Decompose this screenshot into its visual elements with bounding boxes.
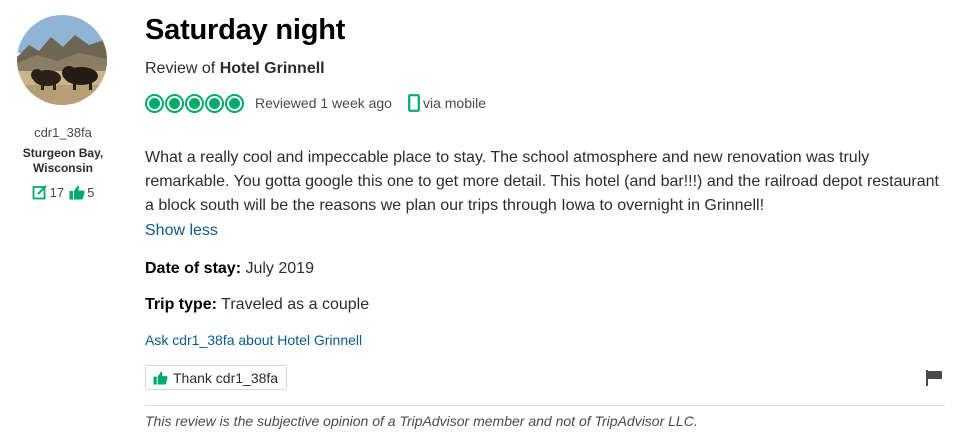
reviewed-date: Reviewed 1 week ago xyxy=(255,95,392,111)
show-less-link[interactable]: Show less xyxy=(145,222,218,240)
review-edit-icon xyxy=(32,184,48,200)
date-of-stay-label: Date of stay: xyxy=(145,260,242,277)
bubble-rating xyxy=(145,93,244,113)
review-title[interactable]: Saturday night xyxy=(145,14,345,47)
trip-type-label: Trip type: xyxy=(145,296,218,313)
avatar[interactable] xyxy=(17,15,107,105)
trip-type-value: Traveled as a couple xyxy=(217,296,370,313)
date-of-stay: Date of stay: July 2019 xyxy=(145,260,314,278)
via-mobile: via mobile xyxy=(408,94,486,112)
bubble-icon xyxy=(205,93,224,113)
member-location: Sturgeon Bay, Wisconsin xyxy=(22,146,104,175)
review-text: What a really cool and impeccable place … xyxy=(145,149,939,214)
bubble-icon xyxy=(165,93,184,113)
via-mobile-label: via mobile xyxy=(422,95,487,111)
thank-button[interactable]: Thank cdr1_38fa xyxy=(145,365,288,390)
thumbs-up-icon xyxy=(153,371,168,385)
review-of-prefix: Review of xyxy=(145,60,220,77)
date-of-stay-value: July 2019 xyxy=(241,260,314,277)
ask-member-link[interactable]: Ask cdr1_38fa about Hotel Grinnell xyxy=(145,332,362,348)
trip-type: Trip type: Traveled as a couple xyxy=(145,296,369,314)
bubble-icon xyxy=(225,93,244,113)
mobile-phone-icon xyxy=(408,94,420,112)
thumbs-up-icon xyxy=(69,185,85,200)
review-count: 17 xyxy=(49,184,65,200)
divider xyxy=(145,405,945,406)
hotel-name[interactable]: Hotel Grinnell xyxy=(220,60,325,77)
bubble-icon xyxy=(185,93,204,113)
member-stats: 17 5 xyxy=(0,184,126,200)
rating-row: Reviewed 1 week ago via mobile xyxy=(145,93,486,113)
thank-button-label: Thank cdr1_38fa xyxy=(173,369,279,386)
avatar-image xyxy=(17,15,107,105)
bubble-icon xyxy=(145,93,164,113)
flag-icon[interactable] xyxy=(925,369,943,387)
review-of: Review of Hotel Grinnell xyxy=(145,60,325,78)
disclaimer: This review is the subjective opinion of… xyxy=(145,413,698,429)
helpful-count: 5 xyxy=(87,184,95,200)
member-username[interactable]: cdr1_38fa xyxy=(0,125,126,140)
